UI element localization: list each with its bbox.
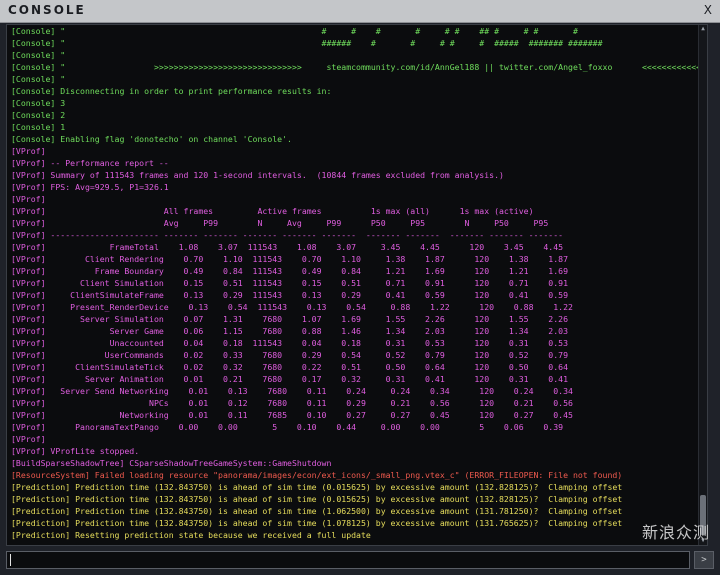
console-line: [VProf] UserCommands 0.02 0.33 7680 0.29… [11,350,569,360]
console-line: [Console] " >>>>>>>>>>>>>>>>>>>>>>>>>>>>… [11,62,701,72]
console-line: [Prediction] Resetting prediction state … [11,530,371,540]
console-line: [VProf] Client Rendering 0.70 1.10 11154… [11,254,569,264]
console-line: [Console] " [11,50,66,60]
console-line: [VProf] Server Animation 0.01 0.21 7680 … [11,374,569,384]
console-line: [VProf] PanoramaTextPango 0.00 0.00 5 0.… [11,422,564,432]
watermark-logo: 新浪众测 [641,523,710,542]
console-line: [VProf] Summary of 111543 frames and 120… [11,170,504,180]
console-line: [VProf] All frames Active frames 1s max … [11,206,534,216]
console-line: [VProf] Server Simulation 0.07 1.31 7680… [11,314,569,324]
console-scrollbar[interactable]: ▲ ▼ [698,25,707,545]
console-line: [VProf] Server Send Networking 0.01 0.13… [11,386,573,396]
console-line: [Prediction] Prediction time (132.843750… [11,482,623,492]
console-line: [VProf] ClientSimulateFrame 0.13 0.29 11… [11,290,569,300]
console-line: [Console] " [11,74,66,84]
console-line: [Console] " ###### # # # # # ##### #####… [11,38,603,48]
console-line: [VProf] Unaccounted 0.04 0.18 111543 0.0… [11,338,569,348]
console-line: [VProf] ---------------------- ------- -… [11,230,564,240]
console-line: [VProf] ClientSimulateTick 0.02 0.32 768… [11,362,569,372]
console-line: [VProf] Avg P99 N Avg P99 P50 P95 N P50 … [11,218,549,228]
console-line: [Console] 3 [11,98,66,108]
console-line: [VProf] Present_RenderDevice 0.13 0.54 1… [11,302,573,312]
console-line: [VProf] Server Game 0.06 1.15 7680 0.88 … [11,326,569,336]
console-line: [Prediction] Prediction time (132.843750… [11,518,623,528]
console-line: [VProf] FrameTotal 1.08 3.07 111543 1.08… [11,242,564,252]
console-line: [ResourceSystem] Failed loading resource… [11,470,623,480]
console-line: [VProf] Frame Boundary 0.49 0.84 111543 … [11,266,569,276]
console-line: [VProf] FPS: Avg=929.5, P1=326.1 [11,182,169,192]
console-line: [Console] " # # # # # # ## # # # # [11,26,578,36]
console-line: [Console] Enabling flag 'donotecho' on c… [11,134,292,144]
console-output[interactable]: [Console] " # # # # # # ## # # # # [Conso… [6,24,708,546]
submit-button[interactable]: > [694,551,714,569]
console-line: [Prediction] Prediction time (132.843750… [11,506,623,516]
console-line: [VProf] [11,434,46,444]
console-window: CONSOLE X [Console] " # # # # # # ## # #… [0,0,720,575]
console-line: [Console] 1 [11,122,66,132]
console-line: [BuildSparseShadowTree] CSparseShadowTre… [11,458,332,468]
console-line: [VProf] -- Performance report -- [11,158,169,168]
console-line: [Console] Disconnecting in order to prin… [11,86,332,96]
console-line: [VProf] VProfLite stopped. [11,446,140,456]
console-lines: [Console] " # # # # # # ## # # # # [Conso… [11,25,701,541]
command-input-box[interactable] [6,551,690,569]
title-bar[interactable]: CONSOLE X [0,0,720,23]
console-line: [VProf] Networking 0.01 0.11 7685 0.10 0… [11,410,573,420]
window-title: CONSOLE [8,3,86,17]
console-line: [VProf] [11,146,46,156]
scroll-up-icon[interactable]: ▲ [699,25,707,33]
close-button[interactable]: X [704,3,712,17]
console-line: [Console] 2 [11,110,66,120]
console-line: [VProf] [11,194,46,204]
console-line: [VProf] Client Simulation 0.15 0.51 1115… [11,278,569,288]
console-line: [VProf] NPCs 0.01 0.12 7680 0.11 0.29 0.… [11,398,573,408]
command-input[interactable] [9,553,683,567]
console-line: [Prediction] Prediction time (132.843750… [11,494,623,504]
